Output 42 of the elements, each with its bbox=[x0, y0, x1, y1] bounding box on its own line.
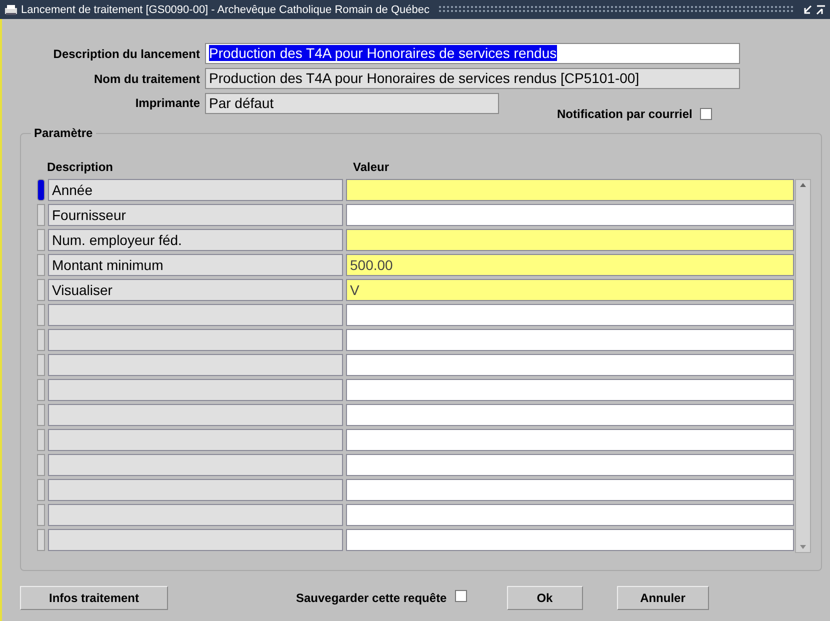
value-field[interactable] bbox=[346, 529, 794, 551]
minimize-icon[interactable] bbox=[803, 4, 813, 14]
value-field[interactable] bbox=[346, 504, 794, 526]
value-field[interactable] bbox=[346, 179, 794, 201]
window-title: Lancement de traitement [GS0090-00] - Archevêque Catholique Romain de Québec bbox=[21, 4, 430, 16]
panel-title: Paramètre bbox=[31, 126, 96, 140]
value-field[interactable] bbox=[346, 454, 794, 476]
value-field[interactable]: V bbox=[346, 279, 794, 301]
dialog-button[interactable]: Annuler bbox=[616, 586, 709, 610]
value-field[interactable] bbox=[346, 354, 794, 376]
description-cell: Fournisseur bbox=[48, 204, 343, 226]
value-field[interactable] bbox=[346, 404, 794, 426]
value-field[interactable] bbox=[346, 229, 794, 251]
value-field[interactable] bbox=[346, 379, 794, 401]
value-field[interactable] bbox=[346, 304, 794, 326]
process-name-field[interactable]: Production des T4A pour Honoraires de services rendus [CP5101-00] bbox=[205, 68, 740, 89]
save-query-label: Sauvegarder cette requête bbox=[296, 591, 447, 605]
maximize-icon[interactable] bbox=[816, 4, 826, 14]
field-label: Nom du traitement bbox=[92, 72, 200, 86]
row-indicator[interactable] bbox=[37, 179, 45, 201]
dialog-button[interactable]: Ok bbox=[506, 586, 583, 610]
description-cell: Année bbox=[48, 179, 343, 201]
value-field[interactable] bbox=[346, 204, 794, 226]
value-field[interactable] bbox=[346, 479, 794, 501]
printer-icon bbox=[4, 4, 18, 16]
notification-checkbox[interactable] bbox=[700, 108, 712, 120]
value-field[interactable] bbox=[346, 429, 794, 451]
field-label: Description du lancement bbox=[52, 46, 200, 60]
column-header: Valeur bbox=[353, 160, 390, 174]
description-cell: Visualiser bbox=[48, 279, 343, 301]
column-header: Description bbox=[46, 160, 114, 174]
info-button[interactable]: Infos traitement bbox=[20, 586, 168, 610]
notification-label: Notification par courriel bbox=[557, 107, 692, 121]
save-query-checkbox[interactable] bbox=[454, 590, 467, 602]
field-label: Imprimante bbox=[134, 96, 200, 110]
description-cell: Num. employeur féd. bbox=[48, 229, 343, 251]
value-field[interactable]: 500.00 bbox=[346, 254, 794, 276]
description-cell: Montant minimum bbox=[48, 254, 343, 276]
description-field[interactable]: Production des T4A pour Honoraires de services rendus bbox=[205, 43, 740, 64]
scrollbar[interactable] bbox=[795, 179, 811, 553]
value-field[interactable] bbox=[346, 329, 794, 351]
printer-field[interactable]: Par défaut bbox=[205, 93, 499, 114]
